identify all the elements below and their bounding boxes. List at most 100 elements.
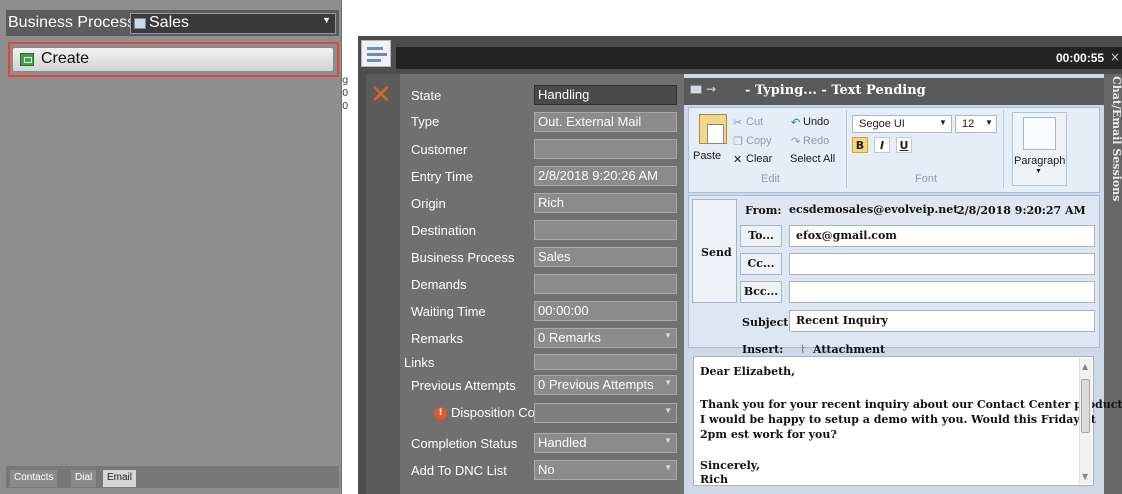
field-value-links [534, 354, 677, 370]
session-timer: 00:00:55 [1056, 51, 1105, 65]
field-value-customer [534, 139, 677, 159]
copy-icon: ❐ [733, 136, 743, 148]
field-label-entry-time: Entry Time [411, 169, 474, 184]
body-line: Dear Elizabeth, [700, 365, 796, 378]
ribbon-divider [1003, 110, 1004, 188]
body-line: Rich [700, 473, 729, 485]
dnc-value: No [538, 462, 555, 477]
field-value-state: Handling [534, 85, 677, 105]
field-label-dnc: Add To DNC List [411, 463, 507, 478]
chevron-down-icon: ▼ [1035, 168, 1042, 175]
field-label-business-process: Business Process [411, 250, 515, 265]
undo-icon: ↶ [791, 117, 801, 129]
bcc-button[interactable]: Bcc... [740, 281, 782, 303]
copy-button[interactable]: Copy [746, 135, 772, 147]
title-bar [396, 47, 1122, 69]
underline-button[interactable]: U [896, 137, 912, 153]
body-line: I would be happy to setup a demo with yo… [700, 413, 1096, 426]
email-status-title: - Typing... - Text Pending [745, 83, 926, 98]
previous-attempts-value: 0 Previous Attempts [538, 377, 654, 392]
disposition-code-dropdown[interactable]: ▼ [534, 403, 677, 423]
font-name-value: Segoe UI [859, 118, 905, 130]
field-label-customer: Customer [411, 142, 468, 157]
tab-contacts[interactable]: Contacts [10, 470, 58, 487]
side-tab-label[interactable]: Chat/Email Sessions [1103, 76, 1122, 201]
document-icon [361, 40, 391, 67]
from-date: 2/8/2018 9:20:27 AM [957, 204, 1086, 217]
field-value-demands [534, 274, 677, 294]
font-group-label: Font [915, 173, 938, 185]
chevron-down-icon: ▼ [664, 436, 672, 445]
to-button[interactable]: To... [740, 225, 782, 247]
doc-line [367, 53, 387, 56]
field-value-destination [534, 220, 677, 240]
attachment-button[interactable]: Attachment [813, 343, 885, 356]
create-label: Create [41, 50, 90, 67]
required-alert-icon: ! [434, 407, 447, 420]
edge-char: g [342, 75, 349, 86]
field-value-business-process: Sales [534, 247, 677, 267]
font-size-value: 12 [962, 118, 975, 130]
chevron-down-icon: ▼ [664, 331, 672, 340]
tab-email[interactable]: Email [103, 470, 137, 487]
arrow-right-icon: → [706, 82, 717, 96]
select-all-button[interactable]: Select All [790, 153, 835, 165]
cc-field[interactable] [789, 253, 1095, 275]
process-icon [134, 18, 146, 29]
bold-button[interactable]: B [852, 137, 868, 153]
previous-attempts-dropdown[interactable]: 0 Previous Attempts ▼ [534, 375, 677, 395]
bcc-field[interactable] [789, 281, 1095, 303]
create-button[interactable]: Create [12, 47, 334, 72]
ribbon-divider [846, 110, 847, 188]
close-icon[interactable]: × [1110, 50, 1120, 64]
redo-icon: ↷ [791, 136, 801, 148]
clipped-edge-text: g 0 0 [342, 74, 348, 113]
business-process-select[interactable]: Sales ▼ [130, 13, 336, 34]
subject-label: Subject [742, 316, 789, 329]
insert-label: Insert: [742, 343, 784, 356]
close-interaction-icon[interactable]: ✕ [370, 82, 392, 108]
cc-button[interactable]: Cc... [740, 253, 782, 275]
field-label-demands: Demands [411, 277, 467, 292]
field-label-previous-attempts: Previous Attempts [411, 378, 516, 393]
field-label-state: State [411, 88, 442, 103]
paste-button[interactable]: Paste [693, 150, 721, 162]
scroll-down-icon[interactable]: ▼ [1082, 472, 1088, 481]
chevron-down-icon: ▼ [939, 118, 947, 127]
subject-field[interactable]: Recent Inquiry [789, 310, 1095, 332]
field-value-origin: Rich [534, 193, 677, 213]
font-size-select[interactable]: 12 ▼ [955, 115, 997, 133]
to-field[interactable]: efox@gmail.com [789, 225, 1095, 247]
tab-dial[interactable]: Dial [71, 470, 97, 487]
scroll-thumb[interactable] [1081, 379, 1090, 433]
scroll-up-icon[interactable]: ▲ [1082, 362, 1088, 371]
field-label-links: Links [404, 355, 435, 370]
body-line: Thank you for your recent inquiry about … [700, 398, 1122, 411]
undo-button[interactable]: Undo [803, 116, 829, 128]
redo-button[interactable]: Redo [803, 135, 829, 147]
business-process-label: Business Process [8, 14, 136, 31]
field-label-remarks: Remarks [411, 331, 464, 346]
edge-char: 0 [342, 101, 349, 112]
completion-status-dropdown[interactable]: Handled ▼ [534, 433, 677, 453]
font-name-select[interactable]: Segoe UI ▼ [852, 115, 952, 133]
clear-icon: ✕ [733, 154, 743, 166]
paperclip-icon[interactable]: ⌇ [800, 343, 805, 356]
italic-button[interactable]: I [874, 137, 890, 153]
doc-line [367, 47, 383, 50]
clipboard-icon[interactable] [699, 114, 727, 144]
field-value-waiting-time: 00:00:00 [534, 301, 677, 321]
from-label: From: [745, 204, 782, 217]
create-icon [20, 53, 34, 66]
edit-group-label: Edit [761, 173, 780, 185]
send-label: Send [701, 246, 732, 259]
cut-button[interactable]: Cut [746, 116, 763, 128]
body-line: 2pm est work for you? [700, 428, 837, 441]
action-column [366, 74, 400, 494]
dnc-dropdown[interactable]: No ▼ [534, 460, 677, 480]
field-label-type: Type [411, 114, 440, 129]
remarks-dropdown[interactable]: 0 Remarks ▼ [534, 328, 677, 348]
field-label-origin: Origin [411, 196, 446, 211]
send-button[interactable]: Send [692, 199, 737, 303]
clear-button[interactable]: Clear [746, 153, 772, 165]
